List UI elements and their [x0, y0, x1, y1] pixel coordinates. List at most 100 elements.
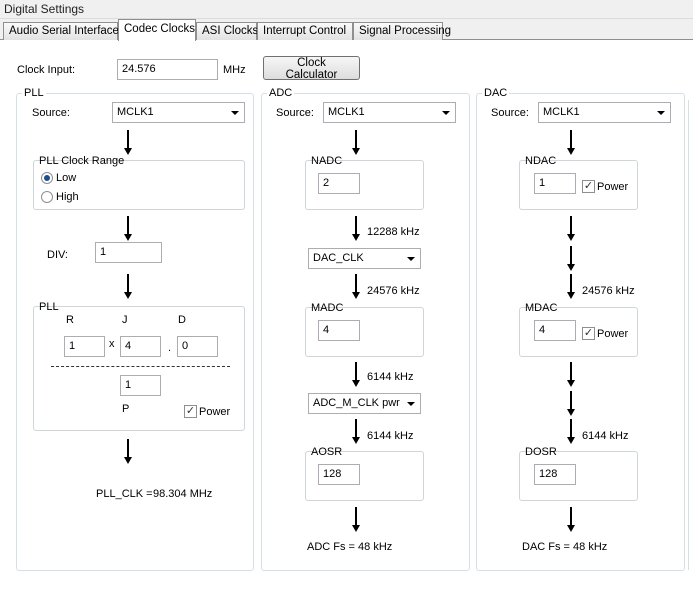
pll-range-low-radio[interactable] — [41, 172, 53, 184]
adc-freq-1: 12288 kHz — [367, 226, 420, 238]
adc-source-label: Source: — [276, 107, 314, 119]
pll-source-value: MCLK1 — [117, 106, 154, 118]
down-arrow-icon — [352, 274, 360, 299]
tab-audio-serial-interface[interactable]: Audio Serial Interface — [3, 22, 119, 40]
tab-interrupt-control[interactable]: Interrupt Control — [257, 22, 353, 40]
check-icon: ✓ — [583, 180, 594, 192]
pll-range-high-label: High — [56, 191, 79, 203]
adc-m-clk-select[interactable]: ADC_M_CLK pwr — [308, 393, 421, 414]
chevron-down-icon — [657, 111, 665, 115]
ndac-power-label: Power — [597, 181, 629, 193]
codec-clocks-panel: Clock Input: 24.576 MHz Clock Calculator… — [0, 40, 693, 607]
pll-params-title: PLL — [39, 301, 59, 313]
dac-fs: DAC Fs = 48 kHz — [522, 541, 608, 553]
pll-source-label: Source: — [32, 107, 70, 119]
dosr-label: DOSR — [525, 446, 557, 458]
chevron-down-icon — [407, 257, 415, 261]
pll-j-input[interactable]: 4 — [120, 336, 161, 357]
ndac-label: NDAC — [525, 155, 557, 167]
tab-codec-clocks[interactable]: Codec Clocks — [118, 19, 196, 41]
down-arrow-icon — [352, 130, 360, 155]
down-arrow-icon — [352, 507, 360, 532]
pll-clock-range-title: PLL Clock Range — [39, 155, 125, 167]
clock-input-label: Clock Input: — [17, 64, 76, 76]
nadc-label: NADC — [311, 155, 343, 167]
dac-source-label: Source: — [491, 107, 529, 119]
aosr-input[interactable]: 128 — [318, 464, 360, 485]
chevron-down-icon — [442, 111, 450, 115]
adc-freq-2: 24576 kHz — [367, 285, 420, 297]
adc-clk-select[interactable]: DAC_CLK — [308, 248, 421, 269]
pll-div-label: DIV: — [47, 249, 68, 261]
mdac-label: MDAC — [525, 302, 558, 314]
chevron-down-icon — [407, 402, 415, 406]
down-arrow-icon — [567, 274, 575, 299]
pll-range-low-label: Low — [56, 172, 77, 184]
dac-freq-1: 24576 kHz — [582, 285, 635, 297]
down-arrow-icon — [124, 130, 132, 155]
tab-signal-processing[interactable]: Signal Processing — [353, 22, 451, 40]
check-icon: ✓ — [583, 327, 594, 339]
tab-strip: Audio Serial Interface Codec Clocks ASI … — [0, 19, 693, 41]
down-arrow-icon — [124, 439, 132, 464]
pll-clk-label: PLL_CLK = — [96, 488, 153, 500]
pll-source-select[interactable]: MCLK1 — [112, 102, 245, 123]
pll-divider — [51, 366, 230, 367]
madc-label: MADC — [311, 302, 344, 314]
ndac-power-checkbox[interactable]: ✓ — [582, 180, 595, 193]
pll-r-input[interactable]: 1 — [64, 336, 105, 357]
tab-asi-clocks[interactable]: ASI Clocks — [196, 22, 258, 40]
dac-freq-2: 6144 kHz — [582, 430, 629, 442]
pll-p-label: P — [122, 403, 130, 415]
adc-freq-4: 6144 kHz — [367, 430, 414, 442]
pll-power-checkbox[interactable]: ✓ — [184, 405, 197, 418]
pll-div-input[interactable]: 1 — [95, 242, 162, 263]
adc-clk-select-value: DAC_CLK — [313, 252, 364, 264]
nadc-input[interactable]: 2 — [318, 173, 360, 194]
pll-dot-sign: . — [168, 342, 172, 354]
pll-clk-value: 98.304 MHz — [153, 488, 213, 500]
next-group-edge — [688, 100, 689, 570]
clock-calculator-button[interactable]: Clock Calculator — [263, 56, 360, 81]
down-arrow-icon — [567, 419, 575, 444]
down-arrow-icon — [567, 391, 575, 416]
clock-input-unit: MHz — [223, 64, 246, 76]
ndac-input[interactable]: 1 — [534, 173, 576, 194]
pll-r-label: R — [66, 314, 74, 326]
window-title: Digital Settings — [0, 0, 693, 19]
pll-group-title: PLL — [22, 87, 46, 99]
madc-input[interactable]: 4 — [318, 320, 360, 341]
down-arrow-icon — [567, 246, 575, 271]
pll-power-label: Power — [199, 406, 231, 418]
down-arrow-icon — [567, 507, 575, 532]
check-icon: ✓ — [185, 405, 196, 417]
mdac-power-label: Power — [597, 328, 629, 340]
down-arrow-icon — [124, 216, 132, 241]
adc-group-title: ADC — [267, 87, 295, 99]
pll-d-input[interactable]: 0 — [177, 336, 218, 357]
adc-m-clk-select-value: ADC_M_CLK pwr — [313, 397, 400, 409]
down-arrow-icon — [124, 274, 132, 299]
down-arrow-icon — [567, 216, 575, 241]
chevron-down-icon — [231, 111, 239, 115]
mdac-input[interactable]: 4 — [534, 320, 576, 341]
pll-p-input[interactable]: 1 — [120, 375, 161, 396]
dosr-input[interactable]: 128 — [534, 464, 576, 485]
dac-source-select[interactable]: MCLK1 — [538, 102, 671, 123]
aosr-label: AOSR — [311, 446, 343, 458]
mdac-power-checkbox[interactable]: ✓ — [582, 327, 595, 340]
adc-source-select[interactable]: MCLK1 — [323, 102, 456, 123]
clock-input-field[interactable]: 24.576 — [117, 59, 218, 80]
pll-d-label: D — [178, 314, 186, 326]
down-arrow-icon — [567, 362, 575, 387]
dac-group-title: DAC — [482, 87, 510, 99]
pll-times-sign: x — [109, 338, 115, 350]
down-arrow-icon — [352, 216, 360, 241]
adc-source-value: MCLK1 — [328, 106, 365, 118]
pll-j-label: J — [122, 314, 128, 326]
pll-range-high-radio[interactable] — [41, 191, 53, 203]
adc-fs: ADC Fs = 48 kHz — [307, 541, 393, 553]
adc-freq-3: 6144 kHz — [367, 371, 414, 383]
down-arrow-icon — [567, 130, 575, 155]
dac-source-value: MCLK1 — [543, 106, 580, 118]
